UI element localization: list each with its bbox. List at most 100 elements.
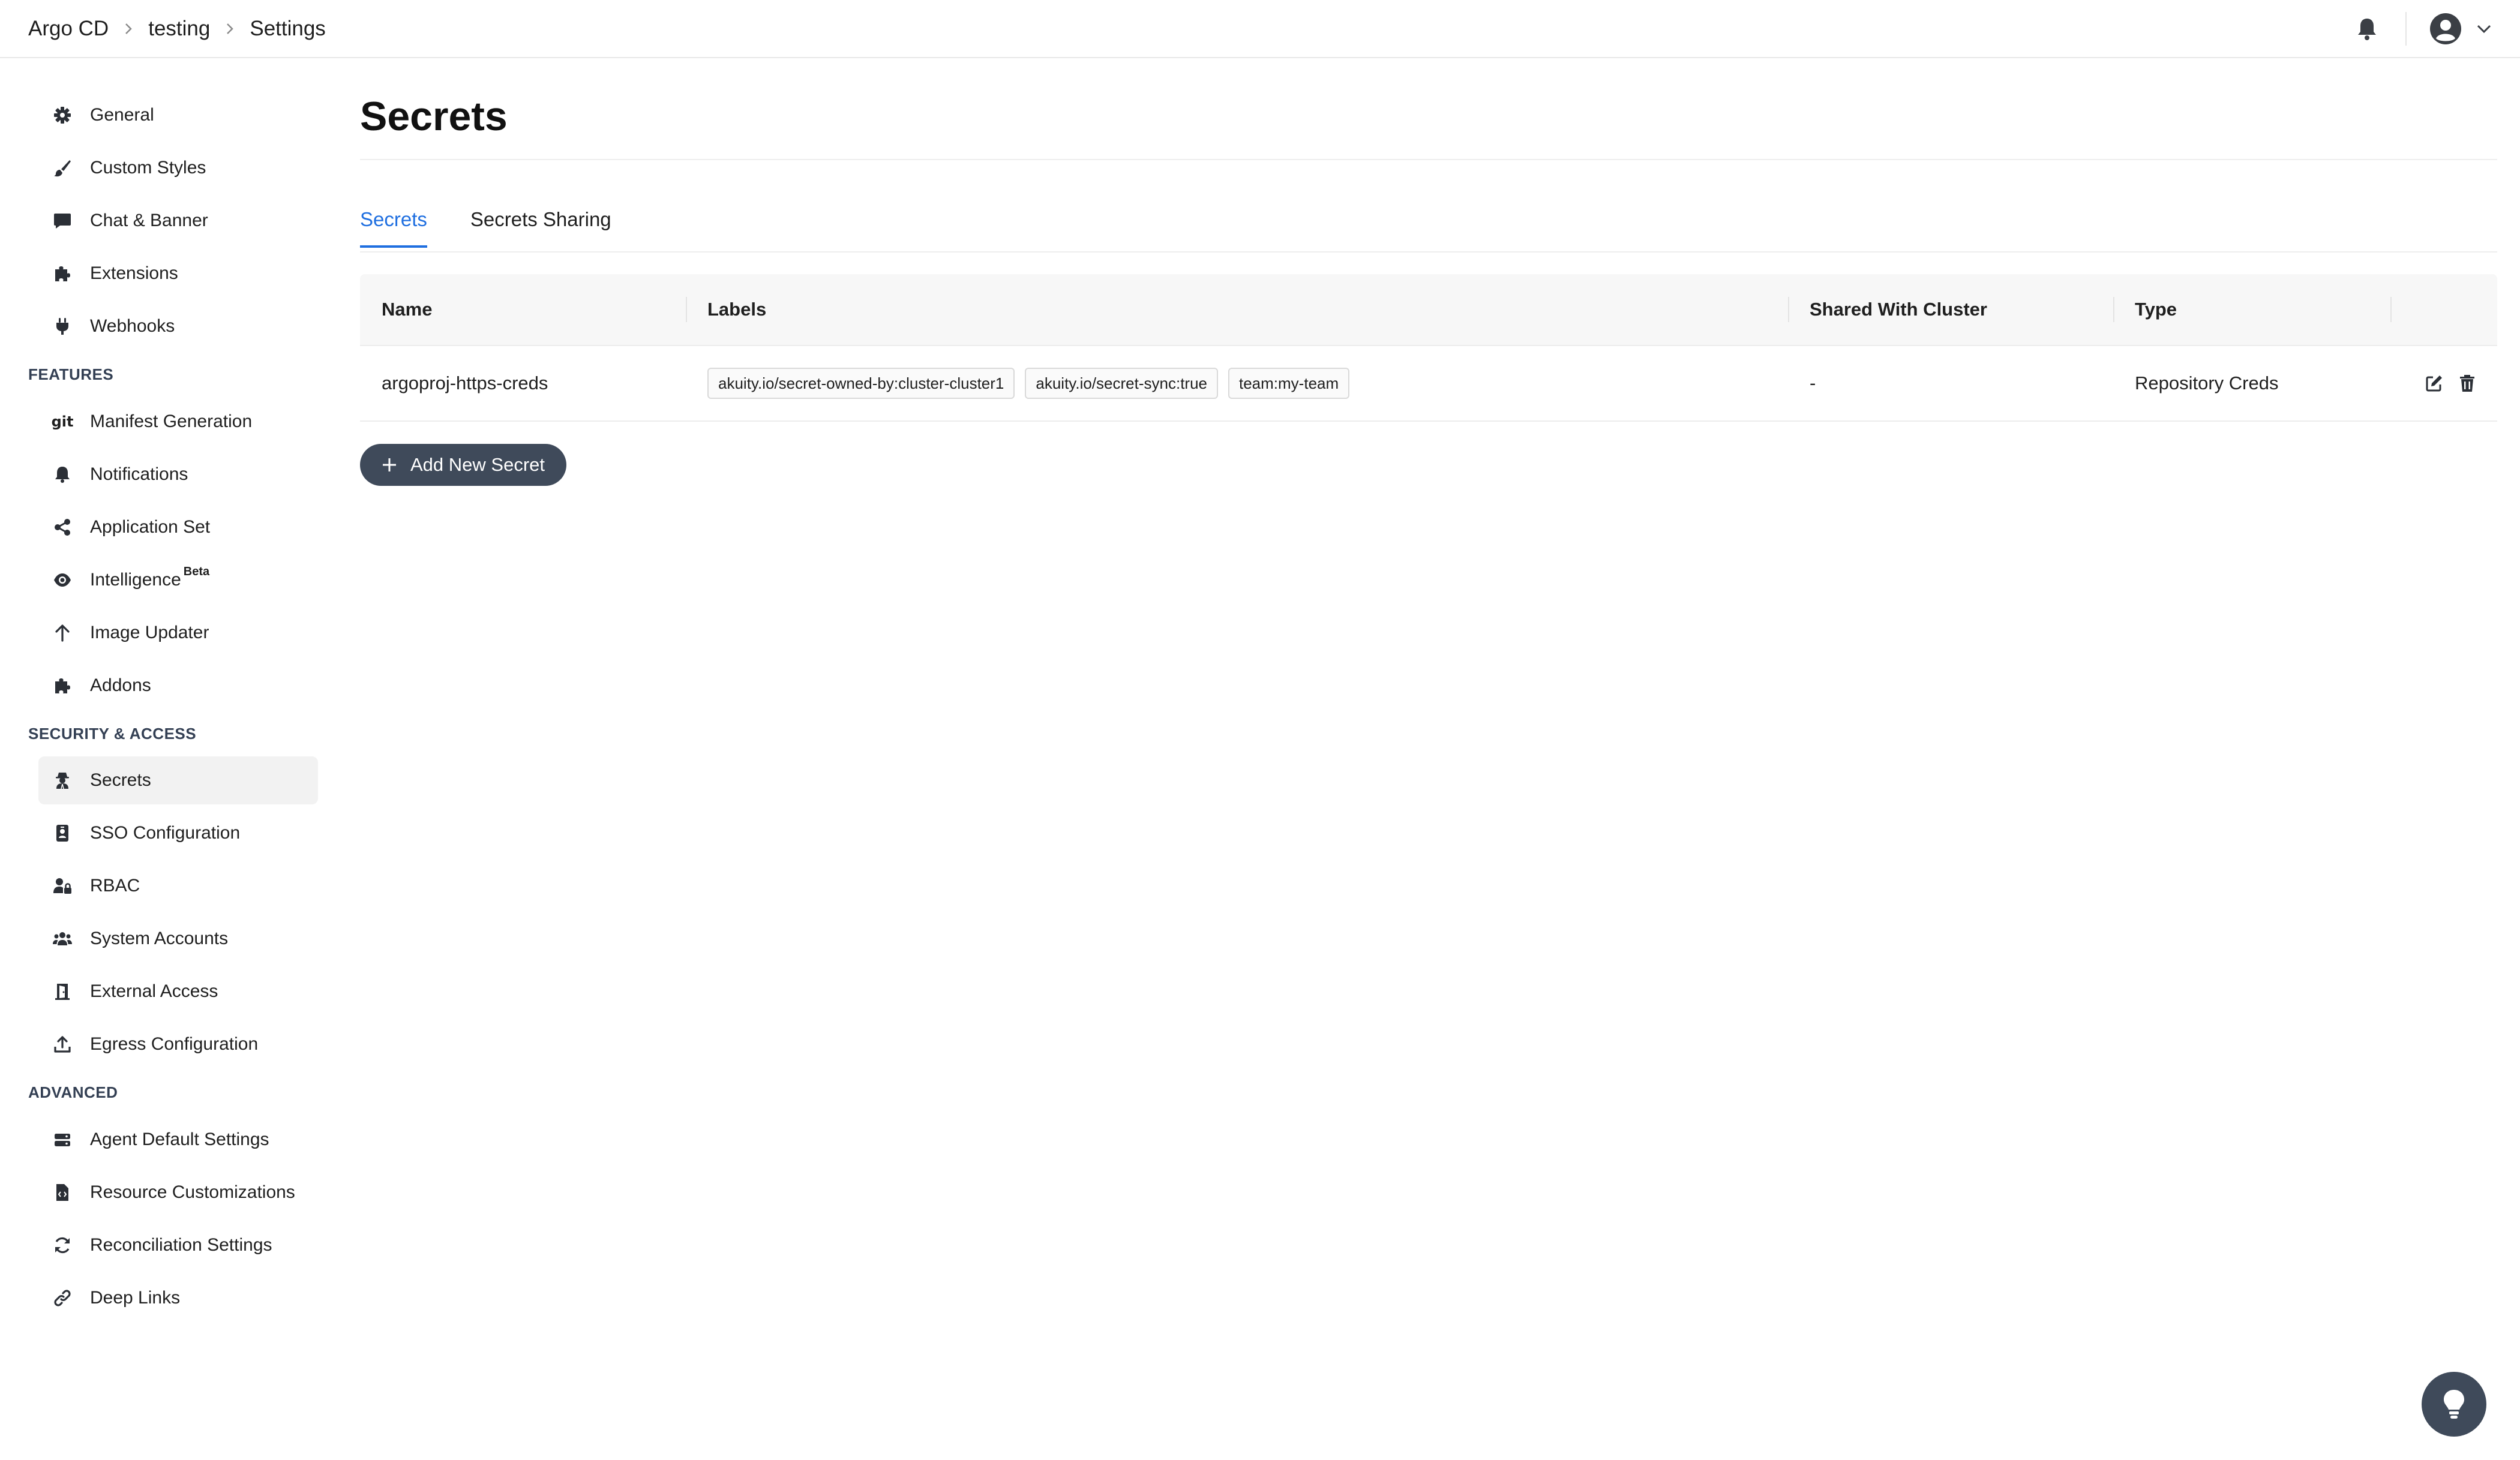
door-icon xyxy=(52,981,73,1002)
sidebar-item-agent-default-settings[interactable]: Agent Default Settings xyxy=(38,1116,318,1164)
sidebar-item-intelligence[interactable]: Intelligence Beta xyxy=(38,556,318,604)
breadcrumb-argo-cd[interactable]: Argo CD xyxy=(28,17,109,41)
sidebar-item-label: System Accounts xyxy=(90,929,229,948)
chat-icon xyxy=(52,210,73,232)
divider xyxy=(2405,11,2407,46)
sidebar-item-label: Chat & Banner xyxy=(90,211,208,230)
sidebar-item-chat-banner[interactable]: Chat & Banner xyxy=(38,197,318,245)
sidebar-item-label: External Access xyxy=(90,981,218,1001)
sidebar-item-sso-configuration[interactable]: SSO Configuration xyxy=(38,809,318,857)
bell-icon[interactable] xyxy=(2356,17,2378,41)
sidebar-item-label: SSO Configuration xyxy=(90,823,241,843)
breadcrumb-instance[interactable]: testing xyxy=(148,17,210,41)
column-header-shared-with-cluster: Shared With Cluster xyxy=(1788,274,2113,345)
upload-icon xyxy=(52,1034,73,1055)
sidebar-item-notifications[interactable]: Notifications xyxy=(38,450,318,498)
sidebar-item-label: Extensions xyxy=(90,263,178,283)
breadcrumb: Argo CD testing Settings xyxy=(28,0,326,57)
column-header-actions xyxy=(2390,274,2497,345)
user-secret-icon xyxy=(52,770,73,791)
git-icon: git xyxy=(51,413,74,430)
lightbulb-icon xyxy=(2442,1389,2466,1420)
add-new-secret-button[interactable]: Add New Secret xyxy=(360,444,566,486)
chevron-right-icon xyxy=(226,22,234,35)
eye-icon xyxy=(52,569,73,591)
secret-labels: akuity.io/secret-owned-by:cluster-cluste… xyxy=(686,368,1788,399)
top-bar: Argo CD testing Settings xyxy=(0,0,2520,58)
sidebar-item-label: Agent Default Settings xyxy=(90,1129,269,1149)
sidebar-item-resource-customizations[interactable]: Resource Customizations xyxy=(38,1168,318,1216)
sidebar-item-application-set[interactable]: Application Set xyxy=(38,503,318,551)
table-row: argoproj-https-creds akuity.io/secret-ow… xyxy=(360,346,2497,422)
beta-badge: Beta xyxy=(183,564,210,578)
chevron-right-icon xyxy=(124,22,133,35)
sidebar-item-label: Webhooks xyxy=(90,316,175,336)
sidebar-item-label: General xyxy=(90,105,154,125)
sidebar-item-external-access[interactable]: External Access xyxy=(38,968,318,1016)
sidebar-item-addons[interactable]: Addons xyxy=(38,662,318,710)
tab-secrets[interactable]: Secrets xyxy=(360,208,427,248)
label-tag: akuity.io/secret-owned-by:cluster-cluste… xyxy=(707,368,1015,399)
secret-name: argoproj-https-creds xyxy=(382,372,548,393)
settings-sidebar: General Custom Styles Chat & Banner Exte… xyxy=(0,58,336,1460)
trash-icon[interactable] xyxy=(2459,374,2476,392)
column-header-name: Name xyxy=(382,299,433,320)
table-header: Name Labels Shared With Cluster Type xyxy=(360,274,2497,346)
sidebar-item-label: Intelligence xyxy=(90,570,181,590)
sidebar-item-label: Deep Links xyxy=(90,1288,181,1308)
plus-icon xyxy=(382,457,397,473)
sidebar-item-manifest-generation[interactable]: git Manifest Generation xyxy=(38,398,318,446)
link-icon xyxy=(52,1287,73,1309)
paintbrush-icon xyxy=(52,157,73,179)
edit-icon[interactable] xyxy=(2425,374,2443,392)
sidebar-item-system-accounts[interactable]: System Accounts xyxy=(38,915,318,963)
server-icon xyxy=(52,1129,73,1150)
sidebar-item-image-updater[interactable]: Image Updater xyxy=(38,609,318,657)
label-tag: team:my-team xyxy=(1228,368,1350,399)
section-title-security-access: SECURITY & ACCESS xyxy=(28,725,197,743)
tabs: Secrets Secrets Sharing xyxy=(360,208,655,248)
sidebar-item-label: Notifications xyxy=(90,464,188,484)
gear-icon xyxy=(52,104,73,126)
breadcrumb-settings: Settings xyxy=(250,16,326,40)
column-header-type: Type xyxy=(2113,274,2390,345)
puzzle-icon xyxy=(52,263,73,284)
section-title-features: FEATURES xyxy=(28,365,114,383)
plug-icon xyxy=(52,316,73,337)
column-header-labels: Labels xyxy=(686,274,1788,345)
help-lightbulb-button[interactable] xyxy=(2422,1372,2486,1437)
sidebar-item-deep-links[interactable]: Deep Links xyxy=(38,1274,318,1322)
sidebar-item-label: Custom Styles xyxy=(90,158,206,178)
secrets-table: Name Labels Shared With Cluster Type arg… xyxy=(360,274,2497,422)
chevron-down-icon xyxy=(2476,24,2492,34)
sidebar-item-label: Image Updater xyxy=(90,623,209,642)
sidebar-item-secrets[interactable]: Secrets xyxy=(38,756,318,804)
section-title-advanced: ADVANCED xyxy=(28,1083,118,1101)
sidebar-item-label: Reconciliation Settings xyxy=(90,1235,272,1255)
sidebar-item-webhooks[interactable]: Webhooks xyxy=(38,302,318,350)
sidebar-item-extensions[interactable]: Extensions xyxy=(38,250,318,298)
sidebar-item-label: RBAC xyxy=(90,876,140,896)
sidebar-item-general[interactable]: General xyxy=(38,91,318,139)
user-lock-icon xyxy=(52,875,73,897)
sidebar-item-label: Manifest Generation xyxy=(90,411,253,431)
sidebar-item-label: Secrets xyxy=(90,770,151,790)
user-menu[interactable] xyxy=(2429,13,2492,45)
bell-icon xyxy=(52,464,73,485)
puzzle-icon xyxy=(52,675,73,696)
sidebar-item-custom-styles[interactable]: Custom Styles xyxy=(38,144,318,192)
sidebar-item-label: Resource Customizations xyxy=(90,1182,295,1202)
shared-with-cluster: - xyxy=(1810,372,1816,393)
share-icon xyxy=(52,516,73,538)
add-new-secret-label: Add New Secret xyxy=(410,454,545,475)
secret-type: Repository Creds xyxy=(2135,372,2279,393)
sidebar-item-reconciliation-settings[interactable]: Reconciliation Settings xyxy=(38,1221,318,1269)
user-avatar-icon xyxy=(2429,13,2462,45)
sync-icon xyxy=(52,1234,73,1256)
sidebar-item-egress-configuration[interactable]: Egress Configuration xyxy=(38,1020,318,1068)
tab-secrets-sharing[interactable]: Secrets Sharing xyxy=(470,208,611,248)
users-icon xyxy=(52,928,73,950)
sidebar-item-rbac[interactable]: RBAC xyxy=(38,862,318,910)
divider xyxy=(360,159,2497,160)
file-code-icon xyxy=(52,1182,73,1203)
